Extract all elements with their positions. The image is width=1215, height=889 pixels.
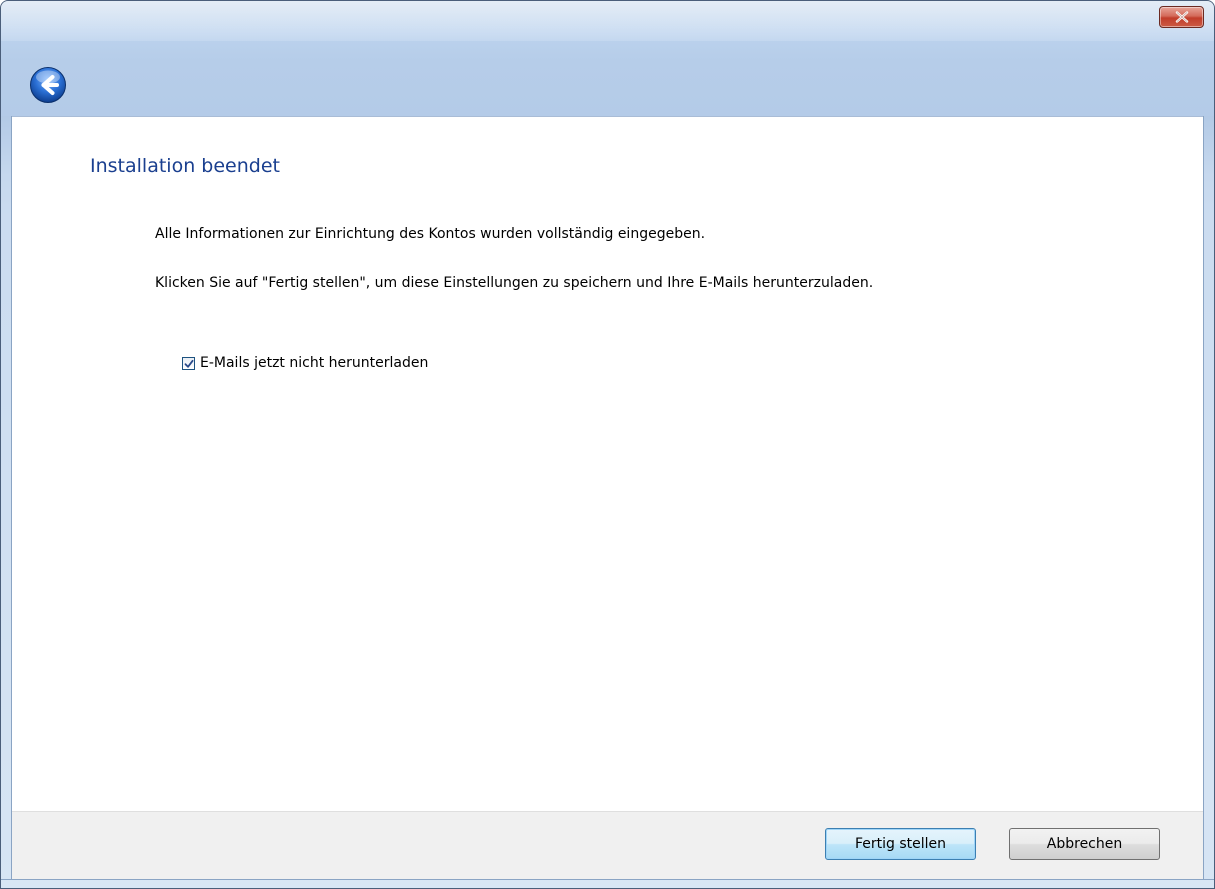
dialog-window: Installation beendet Alle Informationen …	[0, 0, 1215, 889]
back-button[interactable]	[29, 66, 67, 104]
cancel-button[interactable]: Abbrechen	[1009, 828, 1160, 860]
frame-bottom	[1, 879, 1214, 888]
frame-right	[1203, 116, 1214, 888]
no-download-checkbox-label[interactable]: E-Mails jetzt nicht herunterladen	[200, 355, 428, 371]
finish-button[interactable]: Fertig stellen	[825, 828, 976, 860]
checkmark-icon	[184, 354, 194, 373]
no-download-checkbox[interactable]	[182, 354, 195, 373]
instruction-text: Klicken Sie auf "Fertig stellen", um die…	[155, 275, 874, 291]
frame-left	[1, 116, 12, 888]
close-button[interactable]	[1159, 6, 1204, 28]
page-title: Installation beendet	[90, 155, 280, 177]
no-download-checkbox-row[interactable]: E-Mails jetzt nicht herunterladen	[182, 355, 428, 371]
content-area: Installation beendet Alle Informationen …	[12, 116, 1203, 811]
back-arrow-icon	[29, 66, 67, 104]
info-text: Alle Informationen zur Einrichtung des K…	[155, 226, 706, 242]
button-bar: Fertig stellen Abbrechen	[12, 811, 1203, 882]
titlebar-sheen	[1, 1, 1214, 41]
close-icon	[1175, 11, 1189, 23]
